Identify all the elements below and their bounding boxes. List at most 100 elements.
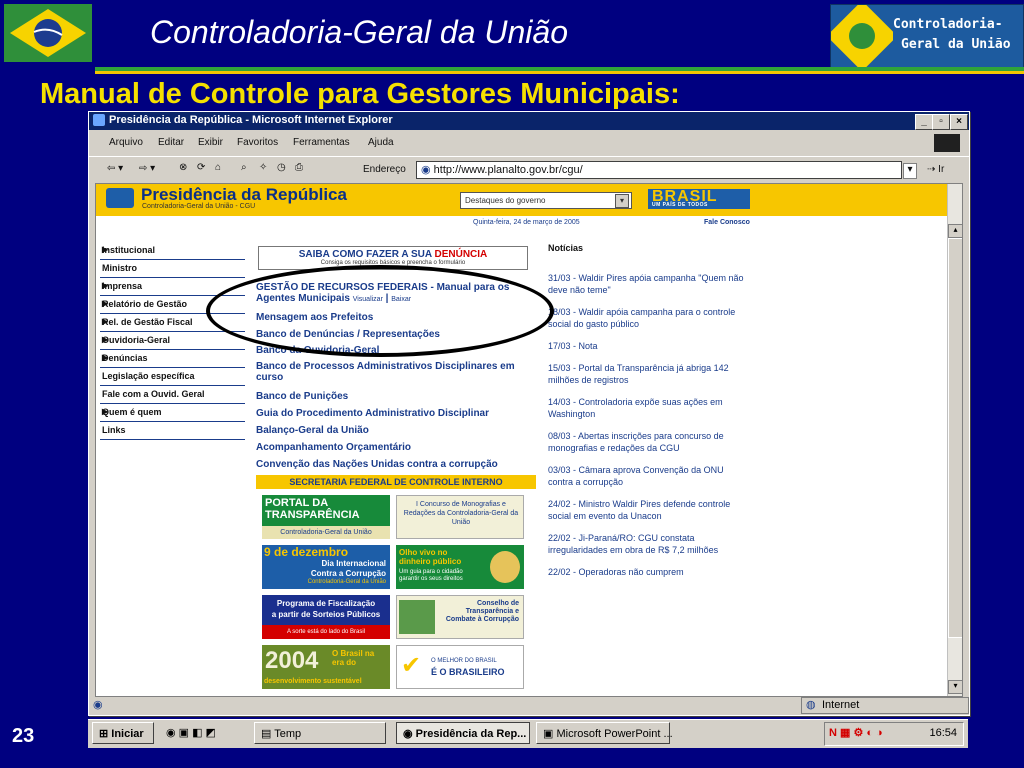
destaques-dropdown-icon[interactable]: ▾: [615, 194, 629, 208]
close-button[interactable]: ×: [950, 114, 968, 130]
link-banco-punicoes[interactable]: Banco de Punições: [256, 391, 536, 402]
cgu-logo-text2: Geral da União: [901, 37, 1011, 52]
slide-subtitle: Manual de Controle para Gestores Municip…: [40, 78, 680, 110]
favorites-icon[interactable]: ✧: [259, 162, 267, 173]
nav-quem-e-quem[interactable]: Quem é quem ▶: [100, 404, 245, 422]
scroll-up-button[interactable]: ▴: [948, 224, 962, 238]
dez-sub1: Dia Internacional: [321, 559, 386, 568]
news-item[interactable]: 15/03 - Portal da Transparência já abrig…: [548, 362, 744, 386]
site-title[interactable]: Presidência da República: [141, 185, 347, 205]
olho-sub: Um guia para o cidadão garantir os seus …: [399, 569, 463, 582]
scrollbar[interactable]: ▴ ▾: [947, 184, 962, 696]
scroll-thumb[interactable]: [948, 238, 962, 638]
address-field[interactable]: ◉ http://www.planalto.gov.br/cgu/: [416, 161, 902, 179]
banner-portal-transparencia[interactable]: PORTAL DA TRANSPARÊNCIA Controladoria-Ge…: [262, 495, 390, 539]
clock: 16:54: [929, 727, 957, 739]
taskbar-powerpoint[interactable]: ▣ Microsoft PowerPoint ...: [536, 722, 673, 744]
flag-graphic: [4, 4, 92, 62]
banner-programa-fiscalizacao[interactable]: Programa de Fiscalização a partir de Sor…: [262, 595, 390, 639]
page-icon: ◉: [421, 164, 431, 176]
melhor1: O MELHOR DO BRASIL: [431, 658, 497, 664]
window-titlebar[interactable]: Presidência da República - Microsoft Int…: [89, 112, 969, 130]
dez-sub2: Contra a Corrupção: [310, 569, 386, 578]
conselho-text: Conselho de Transparência e Combate à Co…: [445, 600, 519, 623]
link-acompanhamento[interactable]: Acompanhamento Orçamentário: [256, 442, 536, 453]
dez-title: 9 de dezembro: [264, 545, 349, 559]
banner-9-dezembro[interactable]: 9 de dezembro Dia Internacional Contra a…: [262, 545, 390, 589]
address-dropdown[interactable]: ▾: [903, 163, 917, 179]
brazil-flag-logo: [4, 4, 92, 62]
taskbar-presidencia[interactable]: ◉ Presidência da Rep...: [396, 722, 530, 744]
brasil-sub: UM PAÍS DE TODOS: [652, 202, 708, 208]
banner-melhor-brasil[interactable]: ✔ O MELHOR DO BRASIL É O BRASILEIRO: [396, 645, 524, 689]
link-banco-processos[interactable]: Banco de Processos Administrativos Disci…: [256, 361, 536, 383]
saiba-text: SAIBA COMO FAZER A SUA: [298, 249, 432, 260]
news-item[interactable]: 14/03 - Controladoria expõe suas ações e…: [548, 396, 744, 420]
news-item[interactable]: 24/02 - Ministro Waldir Pires defende co…: [548, 498, 744, 522]
taskbar-temp[interactable]: ▤ Temp: [254, 722, 386, 744]
nav-institucional[interactable]: Institucional ▶: [100, 242, 245, 260]
presidencia-logo-icon: [106, 188, 134, 208]
banner-concurso[interactable]: I Concurso de Monografias e Redações da …: [396, 495, 524, 539]
nav-links[interactable]: Links: [100, 422, 245, 440]
news-item[interactable]: 17/03 - Nota: [548, 340, 744, 352]
go-label: Ir: [938, 164, 945, 175]
prog1: Programa de Fiscalização: [276, 599, 376, 608]
menu-arquivo[interactable]: Arquivo: [109, 137, 143, 148]
start-button[interactable]: ⊞ Iniciar: [92, 722, 154, 744]
nav-legislacao[interactable]: Legislação específica: [100, 368, 245, 386]
destaques-select[interactable]: Destaques do governo ▾: [460, 192, 632, 209]
tray-icons[interactable]: N ▦ ⚙ ◐ ◑: [829, 726, 883, 739]
nav-arrow-icon: ▶: [102, 353, 109, 362]
nav-denuncias[interactable]: Denúncias ▶: [100, 350, 245, 368]
cgu-emblem-icon: [831, 5, 893, 67]
nav-ouvidoria-geral[interactable]: Ouvidoria-Geral ▶: [100, 332, 245, 350]
menu-editar[interactable]: Editar: [158, 137, 184, 148]
print-icon[interactable]: ⎙: [295, 162, 303, 173]
forward-icon[interactable]: ⇨ ▾: [139, 163, 155, 174]
menu-ferramentas[interactable]: Ferramentas: [293, 137, 350, 148]
menu-exibir[interactable]: Exibir: [198, 137, 223, 148]
history-icon[interactable]: ◷: [277, 162, 286, 173]
concurso-text: I Concurso de Monografias e Redações da …: [403, 501, 519, 526]
restore-button[interactable]: ▫: [932, 114, 950, 130]
news-column: Notícias 31/03 - Waldir Pires apóia camp…: [548, 242, 744, 588]
nav-fale-ouvidoria[interactable]: Fale com a Ouvid. Geral: [100, 386, 245, 404]
toolbar: ⇦ ▾ ⇨ ▾ ⊗ ⟳ ⌂ ⌕ ✧ ◷ ⎙ Endereço ◉ http://…: [89, 156, 969, 183]
banner-2004[interactable]: 2004 O Brasil na era do desenvolvimento …: [262, 645, 390, 689]
prog2: a partir de Sorteios Públicos: [271, 610, 381, 619]
home-icon[interactable]: ⌂: [215, 162, 221, 173]
news-item[interactable]: 03/03 - Câmara aprova Convenção da ONU c…: [548, 464, 744, 488]
zone-text: Internet: [822, 699, 860, 711]
magnifier-icon: [490, 551, 520, 583]
search-icon[interactable]: ⌕: [241, 162, 247, 173]
left-nav: Institucional ▶ Ministro Imprensa ▶ Relató…: [100, 242, 245, 440]
banner-conselho[interactable]: Conselho de Transparência e Combate à Co…: [396, 595, 524, 639]
news-item[interactable]: 22/02 - Ji-Paraná/RO: CGU constata irreg…: [548, 532, 744, 556]
cgu-logo: Controladoria- Geral da União: [830, 4, 1024, 68]
news-item[interactable]: 22/02 - Operadoras não cumprem: [548, 566, 744, 578]
stop-icon[interactable]: ⊗: [179, 162, 187, 173]
taskbar: ⊞ Iniciar ◉ ▣ ◧ ◩ ▤ Temp ◉ Presidência d…: [88, 719, 968, 748]
refresh-icon[interactable]: ⟳: [197, 162, 205, 173]
link-convencao[interactable]: Convenção das Nações Unidas contra a cor…: [256, 459, 536, 470]
link-guia-procedimento[interactable]: Guia do Procedimento Administrativo Disc…: [256, 408, 536, 419]
news-item[interactable]: 08/03 - Abertas inscrições para concurso…: [548, 430, 744, 454]
news-item[interactable]: 18/03 - Waldir apóia campanha para o con…: [548, 306, 744, 330]
menu-ajuda[interactable]: Ajuda: [368, 137, 394, 148]
link-balanco-geral[interactable]: Balanço-Geral da União: [256, 425, 536, 436]
quick-launch-icons[interactable]: ◉ ▣ ◧ ◩: [166, 726, 216, 739]
olho-title: Olho vivo no dinheiro público: [399, 548, 462, 566]
banner-olho-vivo[interactable]: Olho vivo no dinheiro público Um guia pa…: [396, 545, 524, 589]
y2004-sub2: desenvolvimento sustentável: [264, 678, 362, 685]
go-button[interactable]: ⇢ Ir: [927, 164, 944, 175]
minimize-button[interactable]: _: [915, 114, 933, 130]
nav-ministro[interactable]: Ministro: [100, 260, 245, 278]
slide-title: Controladoria-Geral da União: [150, 14, 568, 50]
scroll-down-button[interactable]: ▾: [948, 680, 962, 694]
ie-icon: [93, 114, 105, 126]
news-item[interactable]: 31/03 - Waldir Pires apóia campanha "Que…: [548, 272, 744, 296]
fale-conosco-link[interactable]: Fale Conosco: [704, 219, 750, 226]
menu-favoritos[interactable]: Favoritos: [237, 137, 278, 148]
back-icon[interactable]: ⇦ ▾: [107, 163, 123, 174]
